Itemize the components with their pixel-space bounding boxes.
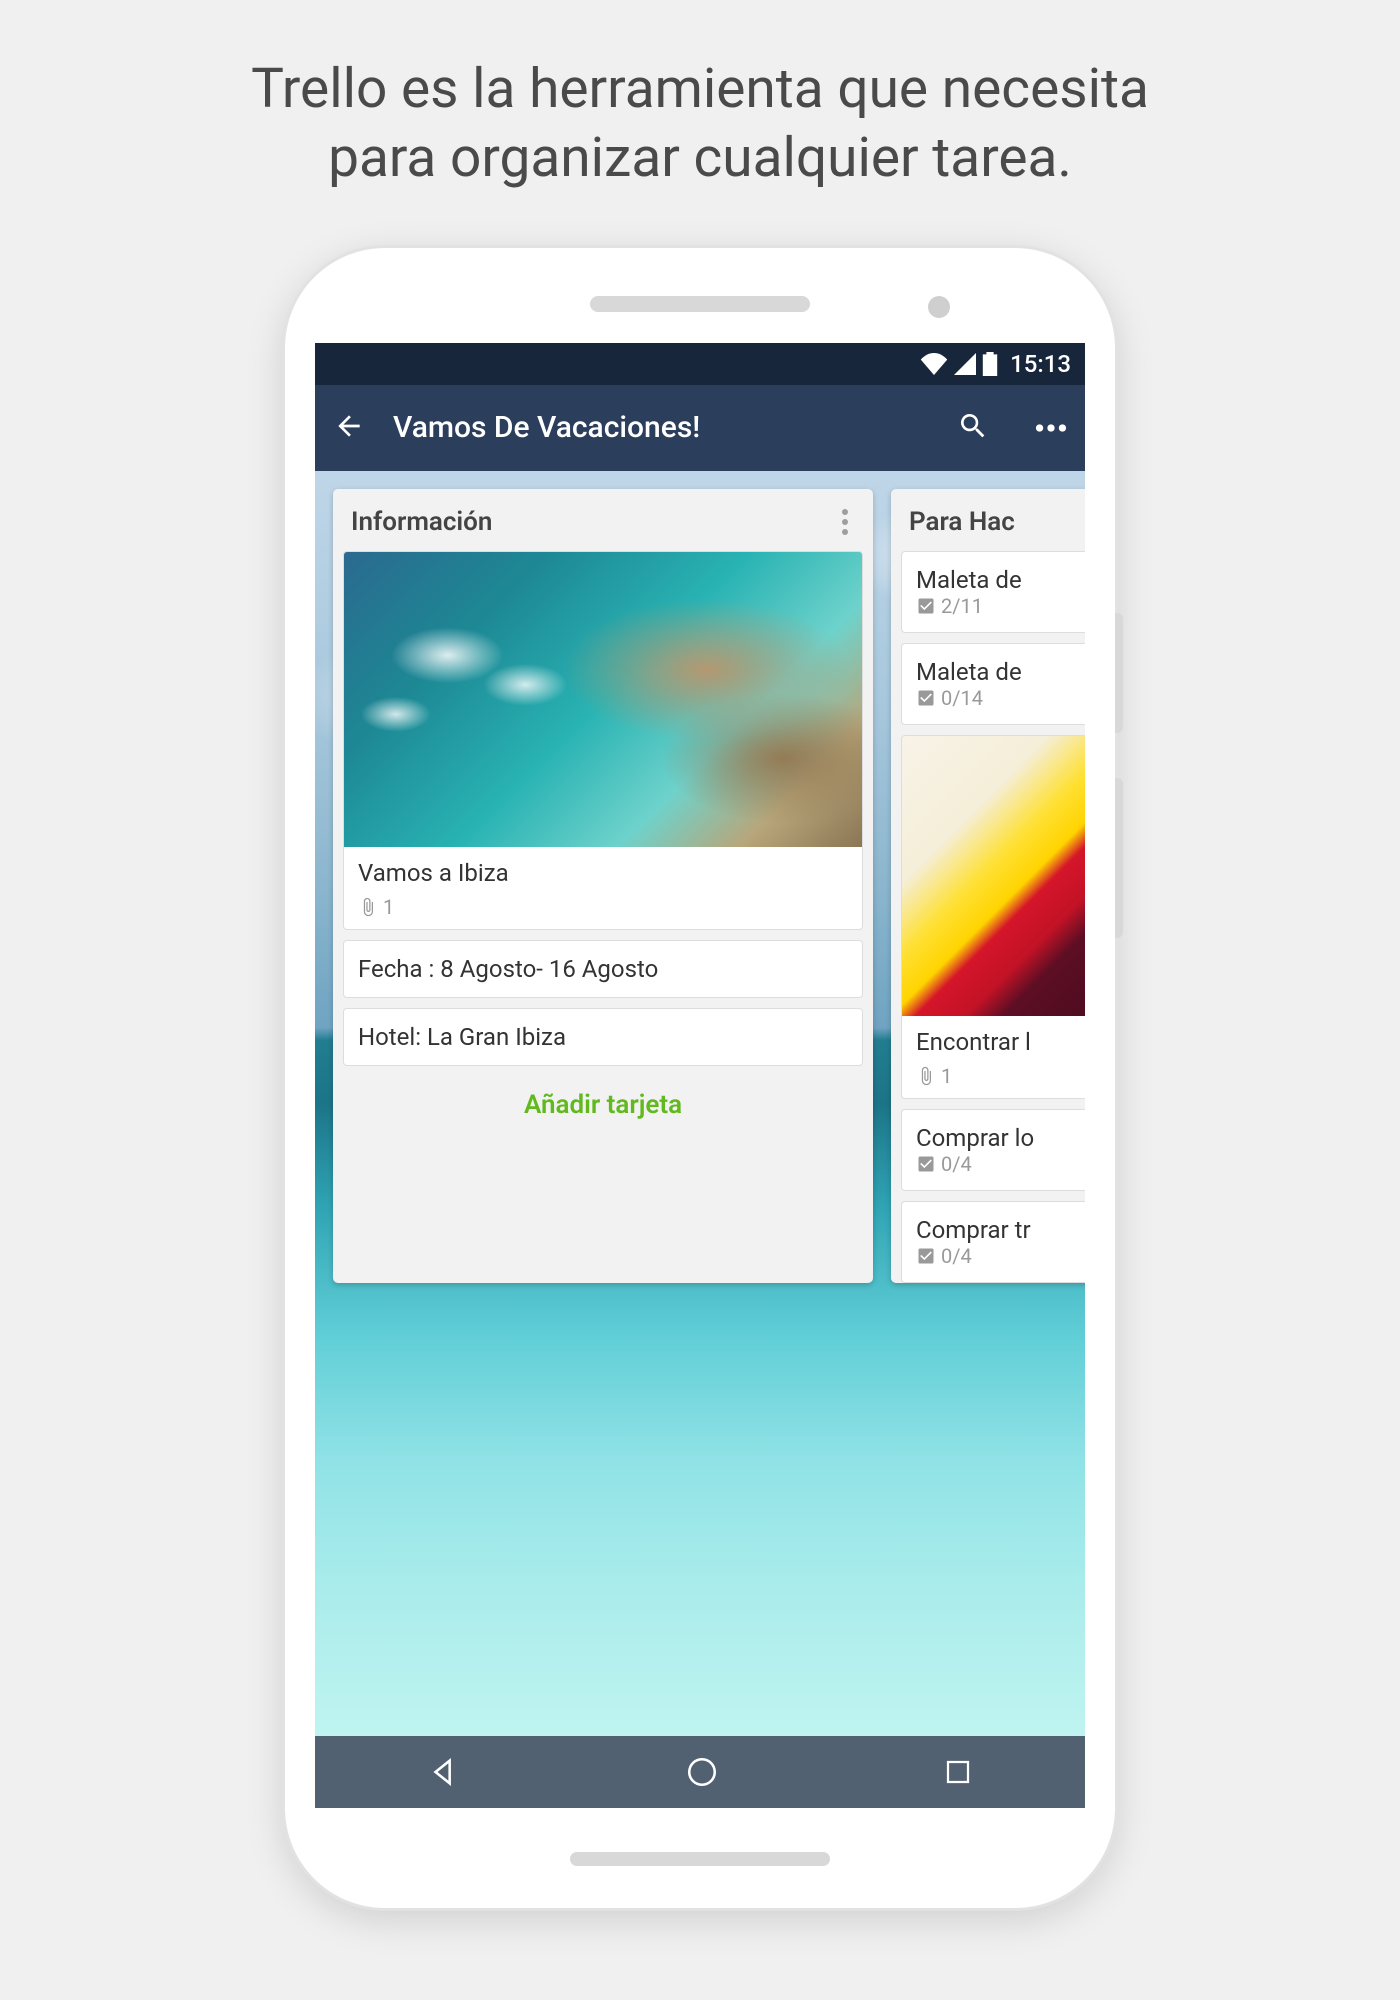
card-badges: 1: [916, 1064, 1085, 1088]
signal-icon: [954, 353, 976, 375]
phone-speaker: [590, 296, 810, 312]
card-maleta-1[interactable]: Maleta de 2/11: [901, 551, 1085, 633]
more-icon[interactable]: [1035, 418, 1067, 437]
card-badges: 2/11: [916, 594, 1085, 618]
wifi-icon: [920, 353, 948, 375]
list-menu-icon[interactable]: [831, 508, 859, 536]
list-informacion[interactable]: Información Vamos a Ibiza 1: [333, 489, 873, 1283]
card-title: Maleta de: [916, 566, 1085, 594]
phone-power-button: [1115, 613, 1123, 733]
lists-container: Información Vamos a Ibiza 1: [333, 489, 1085, 1283]
card-title: Comprar tr: [916, 1216, 1085, 1244]
attachment-icon: [358, 897, 378, 917]
cards-container: Maleta de 2/11 Maleta de: [891, 551, 1085, 1283]
cards-container: Vamos a Ibiza 1 Fecha : 8 Agosto- 16 Ago…: [333, 551, 873, 1066]
screen: 15:13 Vamos De Vacaciones! Información: [315, 343, 1085, 1808]
list-para-hacer[interactable]: Para Hac Maleta de 2/11: [891, 489, 1085, 1283]
board-title: Vamos De Vacaciones!: [393, 410, 929, 445]
card-title: Vamos a Ibiza: [358, 859, 848, 887]
phone-volume-button: [1115, 778, 1123, 938]
marketing-headline: Trello es la herramienta que necesita pa…: [0, 0, 1400, 193]
card-badges: 0/4: [916, 1244, 1085, 1268]
nav-back-icon[interactable]: [427, 1755, 461, 1789]
card-title: Hotel: La Gran Ibiza: [358, 1023, 848, 1051]
headline-line-1: Trello es la herramienta que necesita: [251, 57, 1149, 121]
board-background[interactable]: Información Vamos a Ibiza 1: [315, 471, 1085, 1736]
phone-frame: 15:13 Vamos De Vacaciones! Información: [285, 248, 1115, 1908]
checklist-icon: [916, 688, 936, 708]
checklist-count: 0/4: [941, 1152, 972, 1176]
card-badges: 0/14: [916, 686, 1085, 710]
phone-home-bar: [570, 1852, 830, 1866]
checklist-icon: [916, 1246, 936, 1266]
card-hotel[interactable]: Hotel: La Gran Ibiza: [343, 1008, 863, 1066]
list-header: Información: [333, 489, 873, 551]
card-cover-image: [344, 552, 862, 847]
card-title: Maleta de: [916, 658, 1085, 686]
nav-recent-icon[interactable]: [943, 1757, 973, 1787]
nav-home-icon[interactable]: [685, 1755, 719, 1789]
android-nav-bar: [315, 1736, 1085, 1808]
card-vamos-a-ibiza[interactable]: Vamos a Ibiza 1: [343, 551, 863, 930]
back-icon[interactable]: [333, 410, 365, 446]
list-title: Para Hac: [909, 507, 1085, 537]
add-card-button[interactable]: Añadir tarjeta: [333, 1066, 873, 1144]
search-icon[interactable]: [957, 410, 989, 446]
card-encontrar[interactable]: Encontrar l 1: [901, 735, 1085, 1099]
card-badges: 1: [358, 895, 848, 919]
card-title: Fecha : 8 Agosto- 16 Agosto: [358, 955, 848, 983]
card-maleta-2[interactable]: Maleta de 0/14: [901, 643, 1085, 725]
attachment-icon: [916, 1066, 936, 1086]
battery-icon: [982, 352, 998, 376]
card-comprar-2[interactable]: Comprar tr 0/4: [901, 1201, 1085, 1283]
card-title: Comprar lo: [916, 1124, 1085, 1152]
status-bar: 15:13: [315, 343, 1085, 385]
card-cover-passport: [902, 736, 1085, 1016]
headline-line-2: para organizar cualquier tarea.: [328, 126, 1072, 190]
checklist-count: 0/4: [941, 1244, 972, 1268]
card-title: Encontrar l: [916, 1028, 1085, 1056]
checklist-count: 0/14: [941, 686, 983, 710]
app-bar: Vamos De Vacaciones!: [315, 385, 1085, 471]
list-title: Información: [351, 507, 831, 537]
card-fecha[interactable]: Fecha : 8 Agosto- 16 Agosto: [343, 940, 863, 998]
checklist-count: 2/11: [941, 594, 983, 618]
attachment-count: 1: [383, 895, 394, 919]
card-badges: 0/4: [916, 1152, 1085, 1176]
checklist-icon: [916, 1154, 936, 1174]
card-comprar-1[interactable]: Comprar lo 0/4: [901, 1109, 1085, 1191]
list-header: Para Hac: [891, 489, 1085, 551]
status-time: 15:13: [1010, 350, 1071, 378]
attachment-count: 1: [941, 1064, 952, 1088]
phone-camera: [928, 296, 950, 318]
checklist-icon: [916, 596, 936, 616]
